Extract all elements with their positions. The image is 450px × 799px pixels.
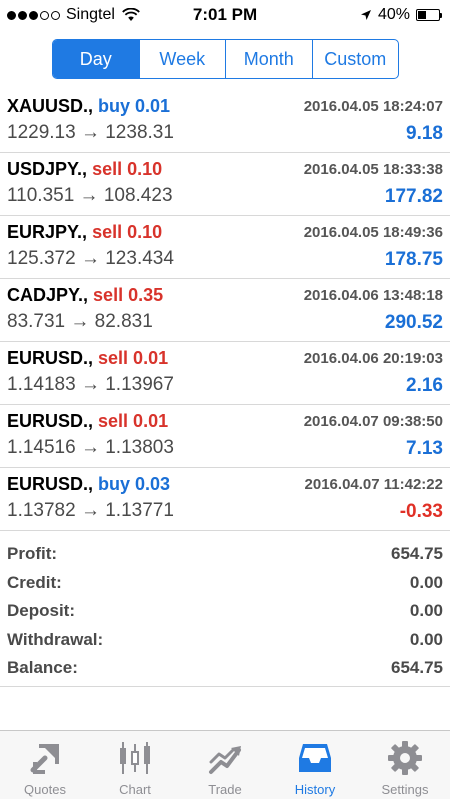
summary-row-withdrawal: Withdrawal: 0.00 <box>0 626 450 655</box>
trade-time: 2016.04.06 13:48:18 <box>303 287 443 304</box>
battery-percent: 40% <box>377 6 410 23</box>
tab-chart[interactable]: Chart <box>90 731 180 799</box>
trade-time: 2016.04.05 18:49:36 <box>303 224 443 241</box>
battery-icon <box>416 9 442 21</box>
trade-profit: 177.82 <box>384 186 443 207</box>
summary-row-deposit: Deposit: 0.00 <box>0 597 450 626</box>
trade-action: sell 0.10 <box>92 222 163 242</box>
trade-row[interactable]: EURJPY., sell 0.10 2016.04.05 18:49:36 1… <box>0 216 450 279</box>
status-bar: Singtel 7:01 PM 40% <box>0 0 450 30</box>
summary-value: 654.75 <box>391 658 443 677</box>
trade-action: sell 0.01 <box>98 348 169 368</box>
tab-quotes[interactable]: Quotes <box>0 731 90 799</box>
history-icon <box>299 744 331 772</box>
trade-action: sell 0.35 <box>93 285 164 305</box>
trade-symbol: EURUSD., <box>7 474 94 494</box>
summary-row-profit: Profit: 654.75 <box>0 540 450 569</box>
location-arrow-icon <box>360 10 371 20</box>
status-right: 40% <box>360 6 442 24</box>
trade-time: 2016.04.05 18:33:38 <box>303 161 443 178</box>
trade-prices: 125.372 → 123.434 <box>7 248 174 269</box>
summary-label: Profit: <box>7 544 58 563</box>
tab-label: History <box>294 782 336 797</box>
trade-icon <box>209 746 241 774</box>
trade-symbol: EURUSD., <box>7 411 94 431</box>
segment-day[interactable]: Day <box>53 40 139 78</box>
trade-profit: 2.16 <box>406 375 443 396</box>
segment-custom[interactable]: Custom <box>311 40 399 78</box>
summary-label: Deposit: <box>7 601 75 620</box>
tab-label: Trade <box>208 782 242 797</box>
period-segmented-control: Day Week Month Custom <box>52 39 399 79</box>
trade-prices: 83.731 → 82.831 <box>7 311 153 332</box>
summary-label: Credit: <box>7 572 62 592</box>
summary-divider <box>0 686 450 687</box>
trade-time: 2016.04.07 09:38:50 <box>303 413 443 430</box>
trade-symbol: EURUSD., <box>7 348 94 368</box>
summary-row-credit: Credit: 0.00 <box>0 569 450 598</box>
trade-profit: 290.52 <box>384 312 443 333</box>
summary-value: 654.75 <box>391 544 443 563</box>
trade-prices: 1229.13 → 1238.31 <box>7 122 174 143</box>
trade-row[interactable]: XAUUSD., buy 0.01 2016.04.05 18:24:07 12… <box>0 90 450 153</box>
trade-symbol: EURJPY., <box>7 222 88 242</box>
trade-time: 2016.04.05 18:24:07 <box>303 98 443 115</box>
summary-value: 0.00 <box>409 601 443 620</box>
summary-value: 0.00 <box>409 629 443 649</box>
account-summary: Profit: 654.75 Credit: 0.00 Deposit: 0.0… <box>0 540 450 683</box>
trade-prices: 110.351 → 108.423 <box>7 185 173 206</box>
trade-history-list: XAUUSD., buy 0.01 2016.04.05 18:24:07 12… <box>0 90 450 531</box>
segment-month[interactable]: Month <box>225 40 312 78</box>
segment-week[interactable]: Week <box>138 40 226 78</box>
trade-profit: 9.18 <box>406 123 443 144</box>
tab-trade[interactable]: Trade <box>180 731 270 799</box>
trade-symbol: XAUUSD., <box>7 96 94 116</box>
tab-label: Settings <box>381 782 429 797</box>
trade-row[interactable]: EURUSD., sell 0.01 2016.04.07 09:38:50 1… <box>0 405 450 468</box>
trade-time: 2016.04.07 11:42:22 <box>304 476 443 493</box>
quotes-icon <box>30 744 59 774</box>
trade-prices: 1.14516 → 1.13803 <box>7 437 174 458</box>
trade-symbol: CADJPY., <box>7 285 89 305</box>
trade-row[interactable]: EURUSD., buy 0.03 2016.04.07 11:42:22 1.… <box>0 468 450 531</box>
summary-label: Balance: <box>7 658 78 677</box>
trade-time: 2016.04.06 20:19:03 <box>303 350 443 367</box>
trade-action: sell 0.01 <box>98 411 169 431</box>
tab-history[interactable]: History <box>270 731 360 799</box>
trade-profit: 178.75 <box>384 249 443 270</box>
settings-icon <box>388 741 422 775</box>
trade-prices: 1.14183 → 1.13967 <box>7 374 174 395</box>
summary-value: 0.00 <box>409 572 443 592</box>
tab-settings[interactable]: Settings <box>360 731 450 799</box>
tab-label: Quotes <box>24 782 66 797</box>
trade-action: buy 0.01 <box>98 96 171 116</box>
chart-icon <box>120 742 150 774</box>
summary-label: Withdrawal: <box>7 629 104 649</box>
trade-action: sell 0.10 <box>92 159 163 179</box>
trade-profit: 7.13 <box>406 438 443 459</box>
trade-action: buy 0.03 <box>98 474 171 494</box>
summary-row-balance: Balance: 654.75 <box>0 654 450 683</box>
trade-symbol: USDJPY., <box>7 159 88 179</box>
tab-bar: Quotes Chart Trade History Settings <box>0 730 450 799</box>
trade-row[interactable]: EURUSD., sell 0.01 2016.04.06 20:19:03 1… <box>0 342 450 405</box>
trade-profit: -0.33 <box>399 501 443 522</box>
trade-row[interactable]: USDJPY., sell 0.10 2016.04.05 18:33:38 1… <box>0 153 450 216</box>
tab-label: Chart <box>119 782 151 797</box>
trade-row[interactable]: CADJPY., sell 0.35 2016.04.06 13:48:18 8… <box>0 279 450 342</box>
trade-prices: 1.13782 → 1.13771 <box>7 500 174 521</box>
